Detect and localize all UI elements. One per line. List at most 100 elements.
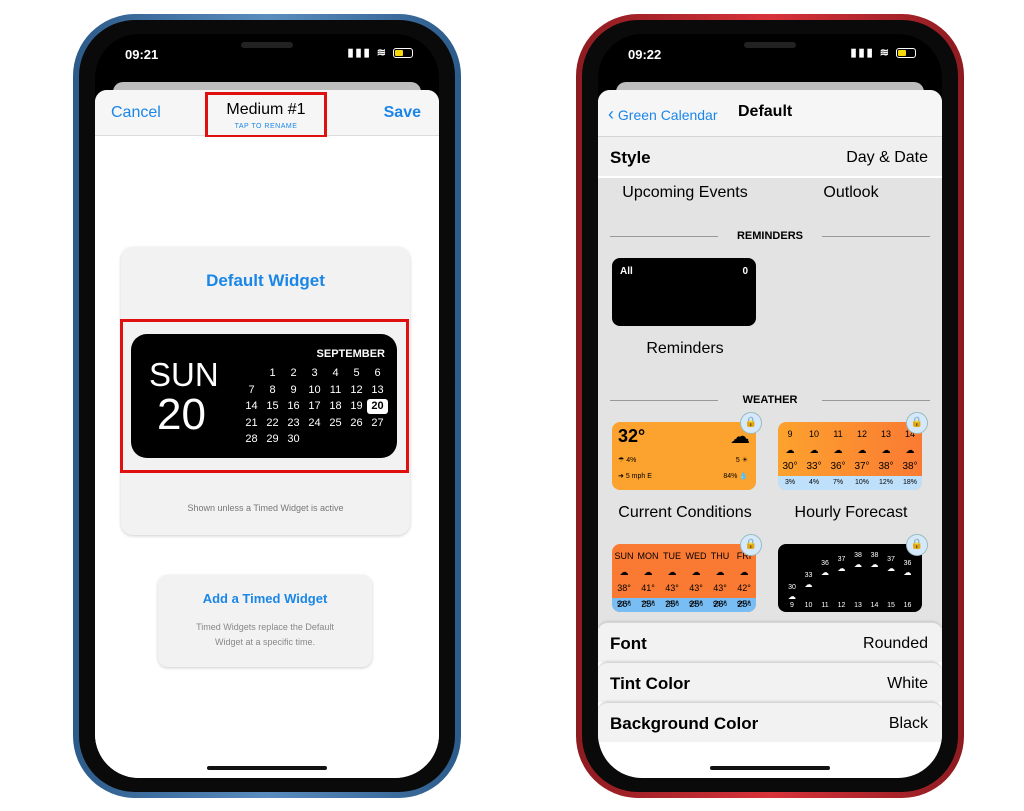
temp-label: 33: [804, 572, 813, 579]
calendar-day: 29: [266, 433, 279, 445]
hour-temp: 30°: [782, 461, 798, 472]
left-phone: 09:21 ▮▮▮ ≋ Cancel Medium #1 TAP TO RENAME…: [73, 14, 461, 798]
font-row[interactable]: Font Rounded: [598, 622, 942, 662]
calendar-day: [325, 432, 346, 447]
cloud-icon: ☁: [857, 445, 867, 455]
temp-label: 38: [870, 552, 879, 559]
cloud-icon: ☁: [854, 560, 862, 569]
daily-forecast-widget[interactable]: SUN ☁ 38° 26° MON ☁ 41° 25° TUE ☁ 43° 25° WED ☁ 43° 25°…: [612, 544, 756, 612]
hour-label: 11: [833, 429, 843, 439]
precip-chance: 95%: [736, 601, 751, 608]
calendar-day: 18: [329, 400, 342, 412]
day-label: SUN: [614, 551, 634, 561]
hour-column: 9 ☁ 30°: [778, 422, 802, 476]
calendar-day: 19: [350, 400, 363, 412]
cloud-icon: ☁: [821, 568, 829, 577]
high-temp: 43°: [689, 583, 703, 593]
day-number: 20: [157, 390, 206, 439]
background-color-row[interactable]: Background Color Black: [598, 702, 942, 742]
highlight-box: SUN 20 SEPTEMBER 1 2 3 4 5 6 7 8 9 10 11 12 13 14 15 16…: [120, 319, 409, 473]
calendar-day: 24: [308, 416, 321, 429]
calendar-day: 9: [290, 383, 297, 396]
widget-title: Default Widget: [206, 271, 325, 290]
hourly-chart-widget[interactable]: 9 30 ☁ 10 33 ☁ 11 36 ☁ 12 37 ☁ 13 38 ☁ 14 38 ☁ 15 37 ☁ 16 36 ☁: [778, 544, 922, 612]
option-outlook[interactable]: Outlook: [766, 184, 936, 202]
calendar-day: 15: [266, 400, 279, 412]
add-timed-widget-button[interactable]: Add a Timed Widget Timed Widgets replace…: [158, 575, 372, 667]
cloud-icon: ☁: [881, 445, 891, 455]
hourly-forecast-widget[interactable]: 9 ☁ 30° 10 ☁ 33° 11 ☁ 36° 12 ☁ 37° 13 ☁ 38° 14 ☁ 38° 3% 4% 7…: [778, 422, 922, 490]
calendar-day: [346, 432, 367, 447]
calendar-widget-preview[interactable]: SUN 20 SEPTEMBER 1 2 3 4 5 6 7 8 9 10 11 12 13 14 15 16…: [131, 334, 397, 458]
precip-chance: 7%: [832, 479, 844, 486]
calendar-day: 17: [308, 400, 321, 412]
hour-label: 13: [880, 429, 891, 439]
back-button[interactable]: ‹ Green Calendar: [608, 104, 718, 125]
hour-temp: 33°: [806, 461, 822, 472]
hour-label: 14: [870, 602, 879, 609]
rename-title-button[interactable]: Medium #1 TAP TO RENAME: [205, 92, 327, 138]
option-upcoming-events[interactable]: Upcoming Events: [600, 184, 770, 202]
calendar-day: 21: [245, 416, 258, 429]
hour-label: 12: [856, 429, 867, 439]
day-label: TUE: [663, 551, 681, 561]
month-name: SEPTEMBER: [316, 348, 385, 360]
hour-label: 15: [887, 602, 895, 609]
hour-label: 11: [821, 602, 829, 609]
style-row[interactable]: Style Day & Date: [598, 136, 942, 176]
section-weather: WEATHER: [610, 394, 930, 406]
precip-chance: 12%: [878, 479, 893, 486]
speaker: [241, 42, 293, 48]
calendar-day: [304, 432, 325, 447]
day-label: WED: [685, 551, 707, 561]
lock-icon: 🔒: [740, 534, 762, 556]
calendar-day: 26: [350, 416, 363, 429]
calendar-day: 23: [287, 416, 300, 429]
weekday: SUN: [149, 356, 219, 393]
signal-wifi-battery-icon: ▮▮▮ ≋: [348, 46, 413, 59]
temp-label: 37: [887, 556, 895, 563]
cancel-button[interactable]: Cancel: [111, 104, 161, 122]
hour-label: 16: [903, 602, 912, 609]
hour-temp: 37°: [854, 461, 870, 472]
save-button[interactable]: Save: [384, 104, 421, 122]
cloud-icon: ☁: [870, 560, 879, 569]
calendar-day: 4: [332, 367, 339, 379]
reminders-widget[interactable]: All 0: [612, 258, 756, 326]
calendar-day: 13: [371, 383, 384, 396]
style-gallery[interactable]: Upcoming Events Outlook REMINDERS All 0 …: [598, 178, 942, 628]
hour-column: 10 ☁ 33°: [802, 422, 826, 476]
page-title: Default: [738, 103, 793, 120]
cloud-icon: ☁: [804, 580, 813, 589]
right-phone: 09:22 ▮▮▮ ≋ ‹ Green Calendar Default Styl…: [576, 14, 964, 798]
high-temp: 42°: [737, 583, 751, 593]
hour-label: 9: [790, 602, 794, 609]
current-conditions-widget[interactable]: 32° ☁ ☂ 4% 5 ☀ ➜ 5 mph E 84% 💧: [612, 422, 756, 490]
chevron-left-icon: ‹: [608, 104, 614, 124]
hour-column: 13 ☁ 38°: [874, 422, 898, 476]
calendar-day: 3: [311, 367, 318, 379]
status-bar: 09:22 ▮▮▮ ≋: [598, 34, 942, 74]
high-temp: 43°: [713, 583, 727, 593]
day-column: WED ☁ 43° 25°: [684, 544, 708, 609]
precip-chance: 10%: [854, 479, 869, 486]
tint-color-row[interactable]: Tint Color White: [598, 662, 942, 702]
temp-label: 36: [821, 560, 829, 567]
option-reminders[interactable]: Reminders: [600, 340, 770, 358]
temp-label: 30: [788, 584, 796, 591]
cloud-icon: ☁: [785, 445, 795, 455]
calendar-day: [367, 432, 388, 447]
status-bar: 09:21 ▮▮▮ ≋: [95, 34, 439, 74]
option-current-conditions[interactable]: Current Conditions: [600, 504, 770, 522]
calendar-day: 28: [245, 433, 258, 445]
default-widget-card[interactable]: Default Widget SUN 20 SEPTEMBER 12345678…: [120, 247, 410, 535]
option-hourly-forecast[interactable]: Hourly Forecast: [766, 504, 936, 522]
precip-chance: 78%: [664, 601, 679, 608]
lock-icon: 🔒: [740, 412, 762, 434]
nav-bar: Cancel Medium #1 TAP TO RENAME Save: [95, 90, 439, 138]
nav-bar: ‹ Green Calendar Default: [598, 90, 942, 136]
hour-temp: 38°: [878, 461, 894, 472]
precip-chance: 4%: [808, 479, 820, 486]
calendar-day: 12: [350, 383, 363, 396]
precip-chance: 99%: [688, 601, 703, 608]
